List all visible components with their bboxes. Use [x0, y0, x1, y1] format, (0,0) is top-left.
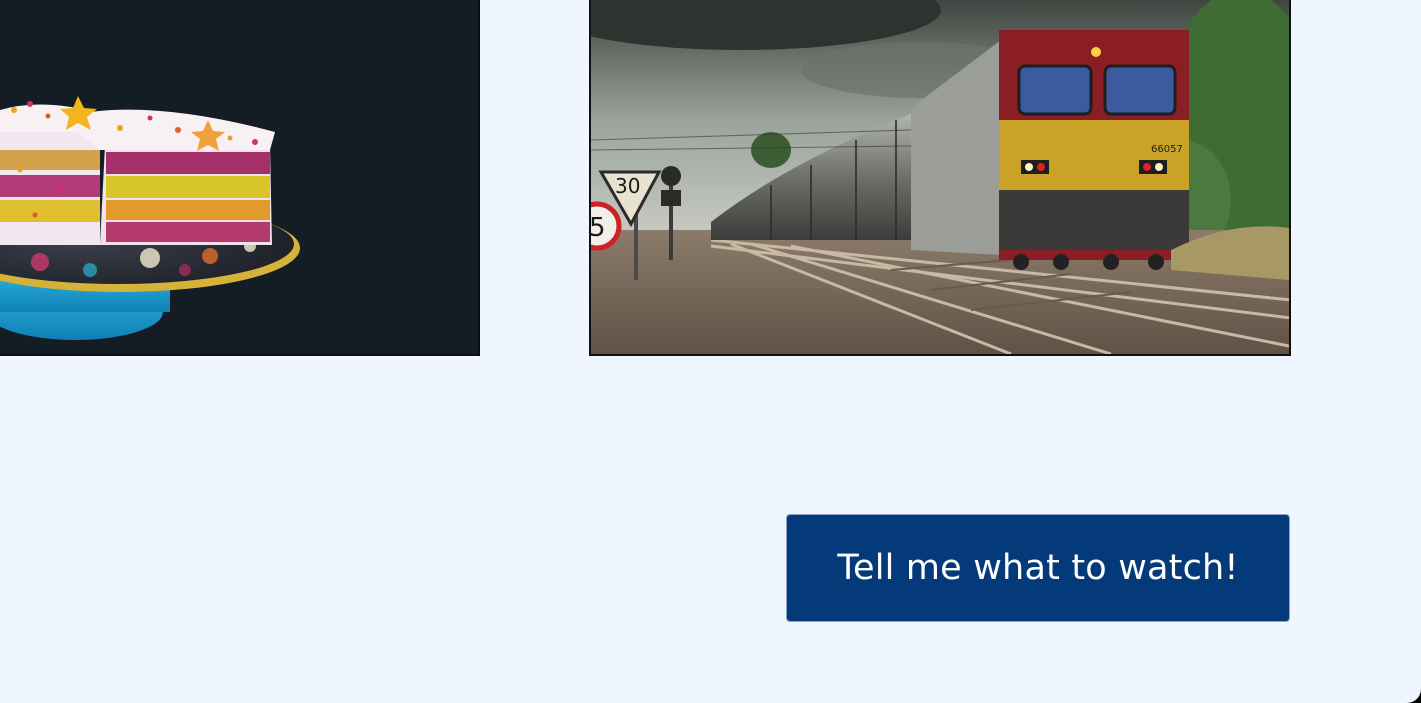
speed-sign-30: 30	[615, 174, 640, 198]
train-image: 66057 30 5	[589, 0, 1291, 356]
speed-sign-5: 5	[591, 213, 606, 243]
tell-me-what-to-watch-button[interactable]: Tell me what to watch!	[786, 514, 1290, 622]
cake-illustration	[0, 0, 478, 354]
cake-image	[0, 0, 480, 356]
train-illustration: 66057 30 5	[591, 0, 1289, 354]
loco-number: 66057	[1151, 144, 1183, 155]
page: 66057 30 5 Tell	[0, 0, 1421, 703]
